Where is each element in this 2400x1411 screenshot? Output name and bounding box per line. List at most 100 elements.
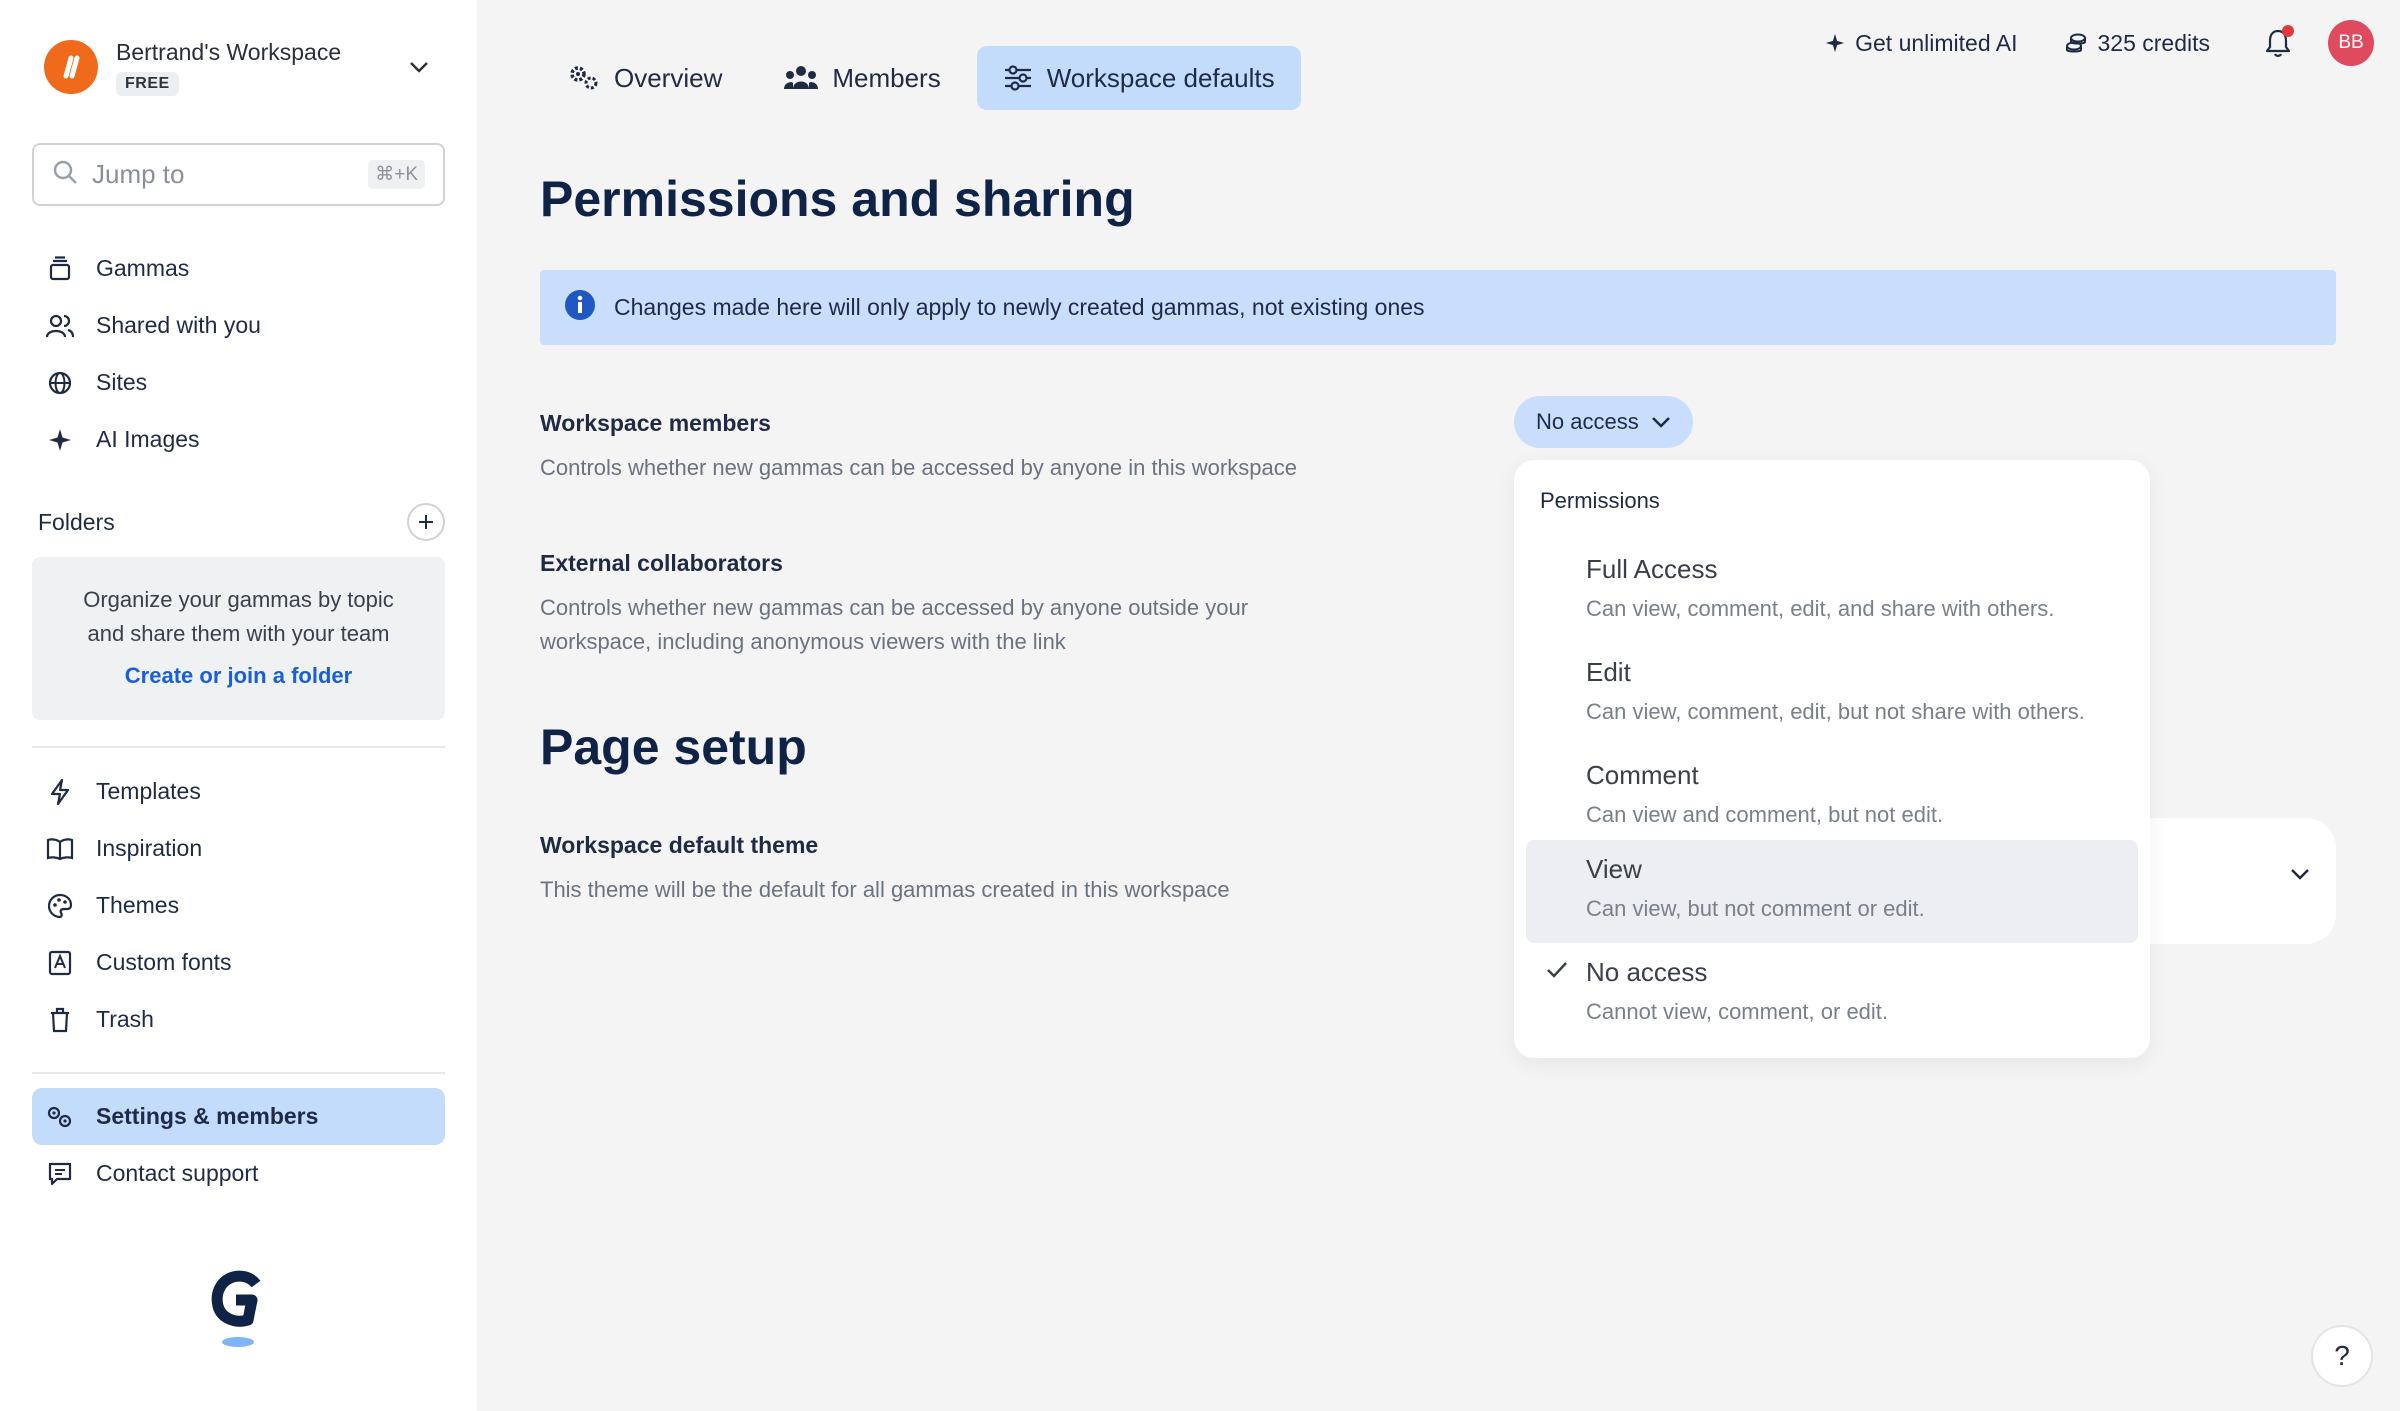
sparkle-icon	[1825, 33, 1845, 53]
sidebar-item-ai-images[interactable]: AI Images	[32, 411, 445, 468]
sidebar-item-themes[interactable]: Themes	[32, 877, 445, 934]
trash-icon	[42, 1002, 78, 1038]
bolt-icon	[42, 774, 78, 810]
sidebar-item-templates[interactable]: Templates	[32, 763, 445, 820]
tab-members[interactable]: Members	[758, 46, 966, 110]
secondary-nav: Templates Inspiration Themes Custom font…	[32, 763, 445, 1048]
sidebar-item-contact-support[interactable]: Contact support	[32, 1145, 445, 1202]
sparkle-icon	[42, 422, 78, 458]
get-unlimited-ai-button[interactable]: Get unlimited AI	[1825, 30, 2017, 57]
permission-option-comment[interactable]: Comment Can view and comment, but not ed…	[1526, 746, 2138, 849]
tab-label: Overview	[614, 62, 723, 93]
option-desc: Can view, but not comment or edit.	[1586, 896, 1925, 921]
sidebar-item-label: AI Images	[96, 426, 200, 452]
chat-icon	[42, 1156, 78, 1192]
shortcut-hint: ⌘+K	[368, 160, 425, 189]
tab-workspace-defaults[interactable]: Workspace defaults	[976, 46, 1301, 110]
sidebar-item-sites[interactable]: Sites	[32, 354, 445, 411]
palette-icon	[42, 888, 78, 924]
sidebar-item-label: Templates	[96, 778, 201, 804]
option-desc: Can view, comment, edit, but not share w…	[1586, 699, 2085, 724]
workspace-members-setting: Workspace members Controls whether new g…	[540, 410, 1400, 485]
folders-empty-line2: and share them with your team	[87, 621, 390, 646]
users-icon	[42, 308, 78, 344]
plan-badge: FREE	[116, 71, 179, 96]
group-icon	[784, 65, 819, 91]
page-title: Permissions and sharing	[540, 171, 1135, 227]
main-nav: Gammas Shared with you Sites AI Images	[32, 240, 445, 468]
bottom-nav: Settings & members Contact support	[32, 1088, 445, 1202]
settings-tabs: Overview Members Workspace defaults	[542, 46, 1301, 110]
setting-desc-line2: workspace, including anonymous viewers w…	[540, 629, 1066, 654]
chevron-down-icon[interactable]	[404, 52, 434, 82]
divider	[32, 1072, 445, 1074]
avatar[interactable]: BB	[2328, 20, 2374, 66]
folders-empty-line1: Organize your gammas by topic	[83, 587, 394, 612]
setting-title: External collaborators	[540, 550, 783, 576]
credits-button[interactable]: 325 credits	[2065, 30, 2210, 57]
permission-option-full-access[interactable]: Full Access Can view, comment, edit, and…	[1526, 540, 2138, 643]
setting-title: Workspace default theme	[540, 832, 819, 858]
search-icon	[52, 159, 78, 190]
option-desc: Can view and comment, but not edit.	[1586, 802, 1944, 827]
sidebar-item-label: Gammas	[96, 255, 190, 281]
gears-icon	[568, 64, 600, 92]
chevron-down-icon	[1651, 416, 1671, 428]
sidebar-item-label: Inspiration	[96, 835, 203, 861]
sidebar-item-custom-fonts[interactable]: Custom fonts	[32, 934, 445, 991]
globe-icon	[42, 365, 78, 401]
workspace-name: Bertrand's Workspace	[116, 38, 342, 65]
dropdown-title: Permissions	[1540, 488, 1660, 513]
permission-option-no-access[interactable]: No access Cannot view, comment, or edit.	[1526, 943, 2138, 1046]
notifications-button[interactable]	[2258, 23, 2298, 63]
notification-dot	[2282, 25, 2294, 37]
workspace-switcher[interactable]: Bertrand's Workspace FREE	[44, 32, 434, 102]
option-label: View	[1586, 854, 1642, 884]
credits-label: 325 credits	[2097, 29, 2210, 56]
divider	[32, 746, 445, 748]
sidebar: Bertrand's Workspace FREE Jump to ⌘+K Ga…	[0, 0, 477, 1411]
permissions-dropdown: Permissions Full Access Can view, commen…	[1514, 460, 2150, 1058]
sidebar-item-label: Themes	[96, 892, 180, 918]
access-select-value: No access	[1536, 409, 1639, 434]
option-label: Edit	[1586, 657, 1631, 687]
search-placeholder: Jump to	[92, 159, 185, 189]
plus-icon	[419, 515, 433, 529]
add-folder-button[interactable]	[407, 503, 445, 541]
banner-text: Changes made here will only apply to new…	[614, 294, 1425, 320]
sidebar-item-inspiration[interactable]: Inspiration	[32, 820, 445, 877]
setting-desc: Controls whether new gammas can be acces…	[540, 455, 1297, 480]
top-bar: Get unlimited AI 325 credits BB	[1825, 20, 2374, 66]
sidebar-item-settings[interactable]: Settings & members	[32, 1088, 445, 1145]
font-icon	[42, 945, 78, 981]
gamma-logo	[208, 1270, 268, 1350]
chevron-down-icon[interactable]	[2290, 868, 2310, 880]
permission-option-edit[interactable]: Edit Can view, comment, edit, but not sh…	[1526, 643, 2138, 746]
setting-desc: This theme will be the default for all g…	[540, 877, 1230, 902]
create-folder-link[interactable]: Create or join a folder	[32, 663, 445, 689]
option-label: Full Access	[1586, 554, 1718, 584]
theme-select[interactable]	[2140, 818, 2336, 944]
page-setup-title: Page setup	[540, 719, 807, 775]
sidebar-item-label: Settings & members	[96, 1103, 319, 1129]
help-button[interactable]: ?	[2311, 1325, 2373, 1387]
folders-empty-state: Organize your gammas by topic and share …	[32, 557, 445, 720]
sidebar-item-label: Contact support	[96, 1160, 259, 1186]
sidebar-item-gammas[interactable]: Gammas	[32, 240, 445, 297]
stack-icon	[42, 251, 78, 287]
sidebar-item-shared[interactable]: Shared with you	[32, 297, 445, 354]
book-icon	[42, 831, 78, 867]
info-banner: Changes made here will only apply to new…	[540, 270, 2336, 345]
sidebar-item-label: Trash	[96, 1006, 154, 1032]
ai-label: Get unlimited AI	[1855, 29, 2018, 56]
folders-title: Folders	[38, 508, 115, 535]
default-theme-setting: Workspace default theme This theme will …	[540, 832, 1400, 907]
workspace-members-access-select[interactable]: No access	[1514, 396, 1693, 448]
sidebar-item-label: Custom fonts	[96, 949, 232, 975]
sidebar-item-trash[interactable]: Trash	[32, 991, 445, 1048]
search-input[interactable]: Jump to ⌘+K	[32, 143, 445, 206]
option-label: No access	[1586, 957, 1708, 987]
permission-option-view[interactable]: View Can view, but not comment or edit.	[1526, 840, 2138, 943]
tab-label: Members	[832, 62, 941, 93]
tab-overview[interactable]: Overview	[542, 46, 748, 110]
